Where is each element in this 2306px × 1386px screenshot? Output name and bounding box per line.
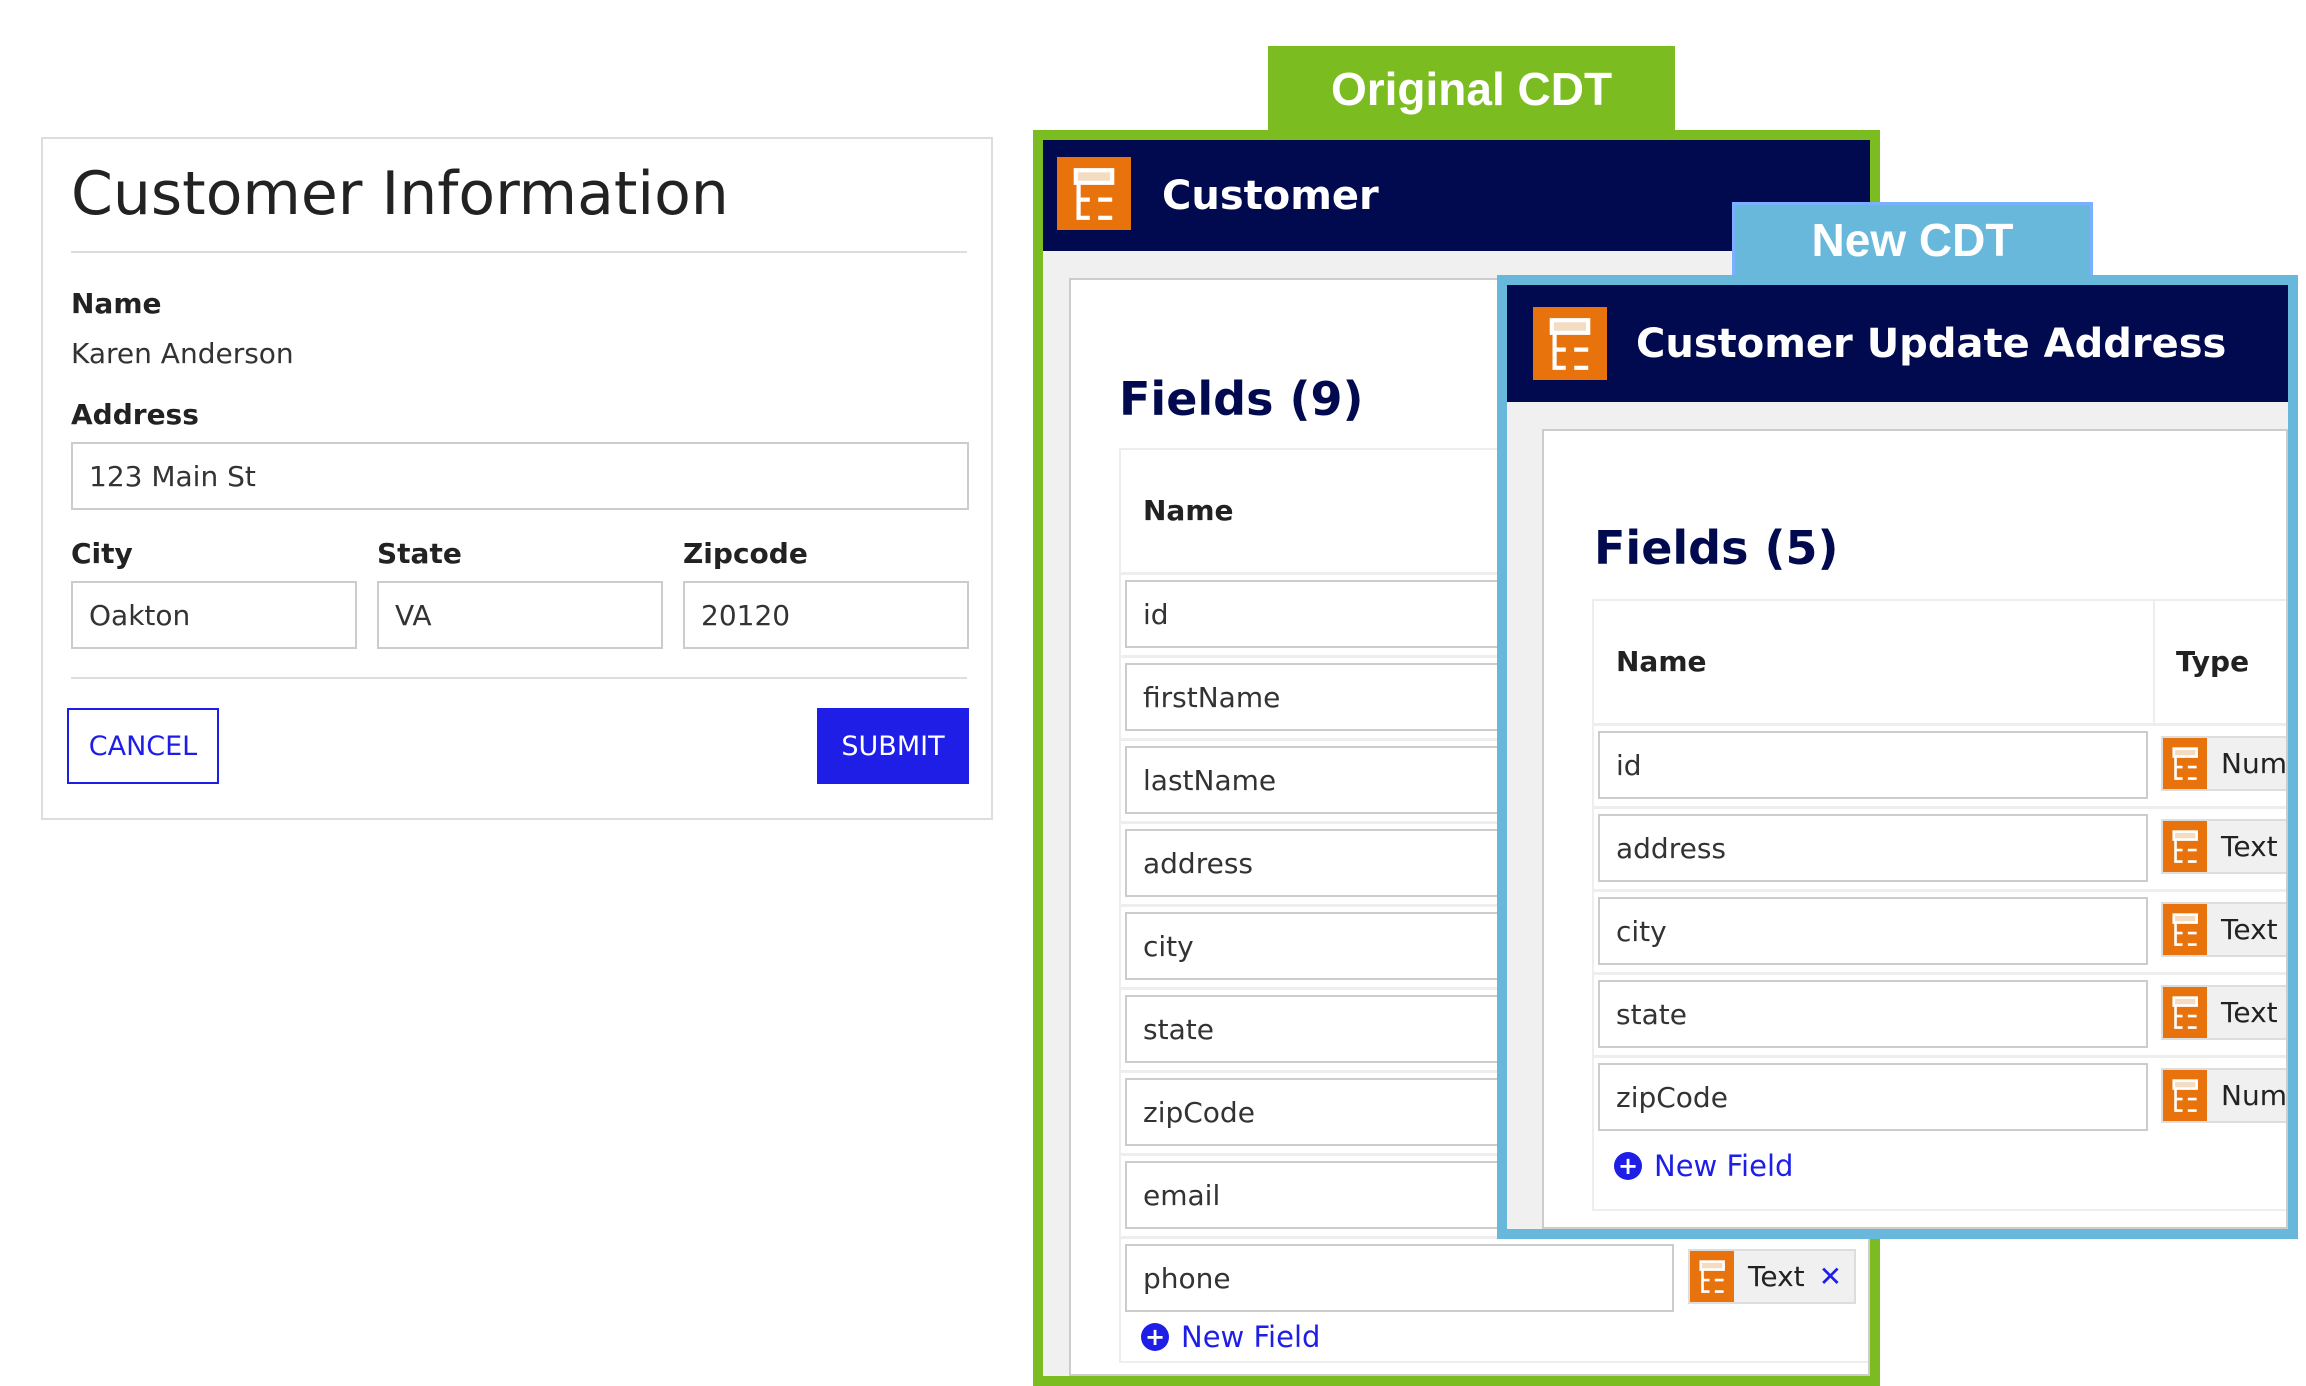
data-type-icon: [1533, 307, 1607, 380]
field-row: phone Text ✕: [1121, 1236, 1868, 1319]
field-name-input[interactable]: id: [1598, 731, 2148, 799]
field-type-selector[interactable]: Text: [2161, 902, 2286, 957]
column-header-name: Name: [1143, 494, 1234, 527]
customer-information-form: Customer Information Name Karen Anderson…: [41, 137, 993, 820]
data-type-icon: [1057, 157, 1131, 230]
close-icon[interactable]: ✕: [1819, 1260, 1842, 1293]
city-label: City: [71, 537, 133, 570]
address-input[interactable]: 123 Main St: [71, 442, 969, 510]
fields-title: Fields (5): [1594, 521, 1839, 575]
field-name-input[interactable]: city: [1598, 897, 2148, 965]
plus-circle-icon: +: [1141, 1323, 1169, 1351]
column-divider: [2153, 601, 2155, 723]
field-type-selector[interactable]: Num: [2161, 1068, 2287, 1123]
field-row: id Num: [1594, 723, 2287, 806]
zipcode-label: Zipcode: [683, 537, 808, 570]
city-input[interactable]: Oakton: [71, 581, 357, 649]
field-type-label: Text: [2221, 913, 2278, 946]
new-cdt-header: Customer Update Address: [1507, 285, 2288, 402]
field-type-label: Text: [2221, 996, 2278, 1029]
plus-circle-icon: +: [1614, 1152, 1642, 1180]
new-cdt-label: New CDT: [1732, 202, 2093, 278]
data-type-icon: [2163, 904, 2207, 955]
field-type-label: Num: [2221, 1079, 2287, 1112]
divider: [71, 251, 967, 253]
field-name-input[interactable]: address: [1598, 814, 2148, 882]
name-value: Karen Anderson: [71, 337, 294, 370]
name-label: Name: [71, 287, 162, 320]
field-row: state Text: [1594, 972, 2286, 1055]
column-header-type: Type: [2176, 645, 2250, 678]
field-name-input[interactable]: state: [1598, 980, 2148, 1048]
field-name-input[interactable]: phone: [1125, 1244, 1674, 1312]
field-row: address Text: [1594, 806, 2286, 889]
data-type-icon: [2163, 738, 2207, 789]
new-field-label: New Field: [1181, 1320, 1321, 1354]
cdt-title: Customer Update Address: [1636, 320, 2227, 367]
form-title: Customer Information: [71, 159, 729, 229]
new-field-button[interactable]: + New Field: [1614, 1149, 1793, 1183]
new-field-button[interactable]: + New Field: [1141, 1320, 1320, 1354]
new-cdt-window: Customer Update Address Fields (5) Name …: [1497, 275, 2298, 1239]
cancel-button[interactable]: CANCEL: [67, 708, 219, 784]
submit-button[interactable]: SUBMIT: [817, 708, 969, 784]
address-label: Address: [71, 398, 199, 431]
column-header-name: Name: [1616, 645, 1707, 678]
field-row: zipCode Num: [1594, 1055, 2287, 1138]
data-type-icon: [1690, 1251, 1734, 1302]
field-type-selector[interactable]: Text ✕: [1688, 1249, 1856, 1304]
fields-panel: Fields (5) Name Type id Num address Text cit…: [1542, 429, 2288, 1229]
field-type-selector[interactable]: Text: [2161, 985, 2286, 1040]
new-field-label: New Field: [1654, 1149, 1794, 1183]
divider: [71, 677, 967, 679]
field-type-label: Text: [2221, 830, 2278, 863]
data-type-icon: [2163, 821, 2207, 872]
data-type-icon: [2163, 1070, 2207, 1121]
field-type-selector[interactable]: Num: [2161, 736, 2287, 791]
field-type-label: Num: [2221, 747, 2287, 780]
data-type-icon: [2163, 987, 2207, 1038]
field-row: city Text: [1594, 889, 2286, 972]
original-cdt-label: Original CDT: [1268, 46, 1675, 132]
field-type-selector[interactable]: Text: [2161, 819, 2286, 874]
fields-title: Fields (9): [1119, 372, 1364, 426]
state-label: State: [377, 537, 462, 570]
field-type-label: Text: [1748, 1260, 1805, 1293]
state-input[interactable]: VA: [377, 581, 663, 649]
fields-table: Name Type id Num address Text city Text state T…: [1592, 599, 2287, 1211]
field-name-input[interactable]: zipCode: [1598, 1063, 2148, 1131]
zipcode-input[interactable]: 20120: [683, 581, 969, 649]
cdt-title: Customer: [1162, 172, 1379, 219]
